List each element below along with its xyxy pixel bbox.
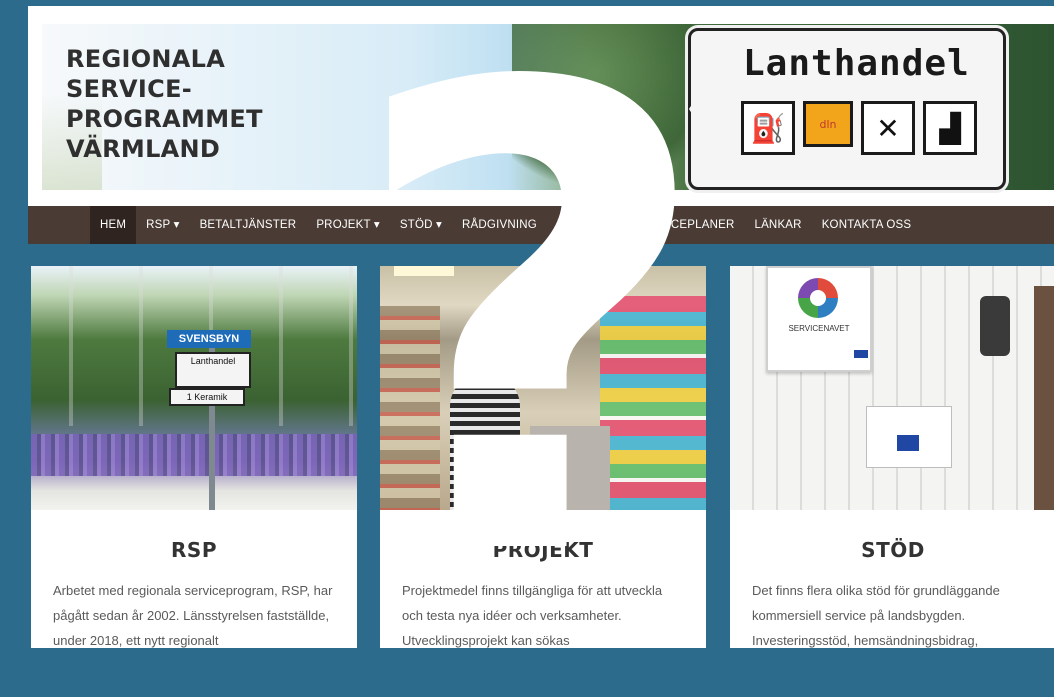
wall-lamp — [980, 296, 1010, 356]
animal-icon: ▟ — [923, 101, 977, 155]
projekt-photo[interactable] — [380, 266, 706, 510]
eu-flag-icon — [897, 435, 919, 451]
road-sign-lanthandel: Lanthandel — [175, 352, 251, 388]
card-stod[interactable]: SERVICENAVET STÖD Det finns flera olika … — [730, 266, 1054, 648]
nav-item-stod[interactable]: STÖD ▾ — [390, 206, 452, 244]
nav-item-projekt[interactable]: PROJEKT ▾ — [306, 206, 390, 244]
nav-item-kontakta-oss[interactable]: KONTAKTA OSS — [812, 206, 922, 244]
nav-item-radgivning[interactable]: RÅDGIVNING — [452, 206, 547, 244]
servicenavet-logo-icon — [798, 278, 838, 318]
nav-item-rsp[interactable]: RSP ▾ — [136, 206, 189, 244]
card-title-projekt[interactable]: PROJEKT — [380, 510, 706, 562]
card-text-projekt: Projektmedel finns tillgängliga för att … — [402, 583, 663, 648]
page: REGIONALA SERVICE- PROGRAMMET VÄRMLAND L… — [0, 0, 1054, 670]
dln-logo-icon: dln — [803, 101, 853, 147]
shopkeeper — [450, 376, 520, 510]
restaurant-icon: ✕ — [861, 101, 915, 155]
card-text-rsp: Arbetet med regionala serviceprogram, RS… — [53, 583, 333, 648]
eu-plaque — [866, 406, 952, 468]
servicenavet-label: SERVICENAVET — [788, 324, 850, 333]
door — [1034, 286, 1054, 510]
sign-icons: ⛽ dln ✕ ▟ — [741, 101, 977, 155]
shop-counter — [530, 426, 610, 510]
nav-item-lankar[interactable]: LÄNKAR — [744, 206, 811, 244]
ceiling-lamp — [394, 266, 454, 276]
servicenavet-sign: SERVICENAVET — [766, 266, 872, 372]
rsp-photo[interactable]: SVENSBYN Lanthandel 1 Keramik — [31, 266, 357, 510]
road-sign-svensbyn: SVENSBYN — [167, 330, 251, 348]
lanthandel-sign: Lanthandel ⛽ dln ✕ ▟ — [688, 28, 1006, 190]
sign-text: Lanthandel — [743, 43, 970, 84]
candy-shelf — [600, 296, 706, 510]
eu-flag-icon — [854, 350, 868, 358]
card-rsp[interactable]: SVENSBYN Lanthandel 1 Keramik RSP Arbete… — [31, 266, 357, 648]
nav-item-betaltjanster[interactable]: BETALTJÄNSTER — [190, 206, 307, 244]
lupin-flowers — [31, 434, 357, 476]
site-title[interactable]: REGIONALA SERVICE- PROGRAMMET VÄRMLAND — [66, 44, 263, 164]
nav-item-hem[interactable]: HEM — [90, 206, 137, 244]
main-nav: HEM RSP ▾ BETALTJÄNSTER PROJEKT ▾ STÖD ▾… — [28, 206, 1054, 244]
road-sign-keramik: 1 Keramik — [169, 388, 245, 406]
sign-arrow-icon — [689, 39, 733, 179]
card-projekt[interactable]: PROJEKT Projektmedel finns tillgängliga … — [380, 266, 706, 648]
card-title-rsp[interactable]: RSP — [31, 510, 357, 562]
card-text-stod: Det finns flera olika stöd för grundlägg… — [752, 583, 1000, 648]
stod-photo[interactable]: SERVICENAVET — [730, 266, 1054, 510]
shop-shelf-left — [380, 306, 440, 510]
card-title-stod[interactable]: STÖD — [730, 510, 1054, 562]
fuel-icon: ⛽ — [741, 101, 795, 155]
nav-item-kommunala-serviceplaner[interactable]: KOMMUNALA SERVICEPLANER — [547, 206, 745, 244]
